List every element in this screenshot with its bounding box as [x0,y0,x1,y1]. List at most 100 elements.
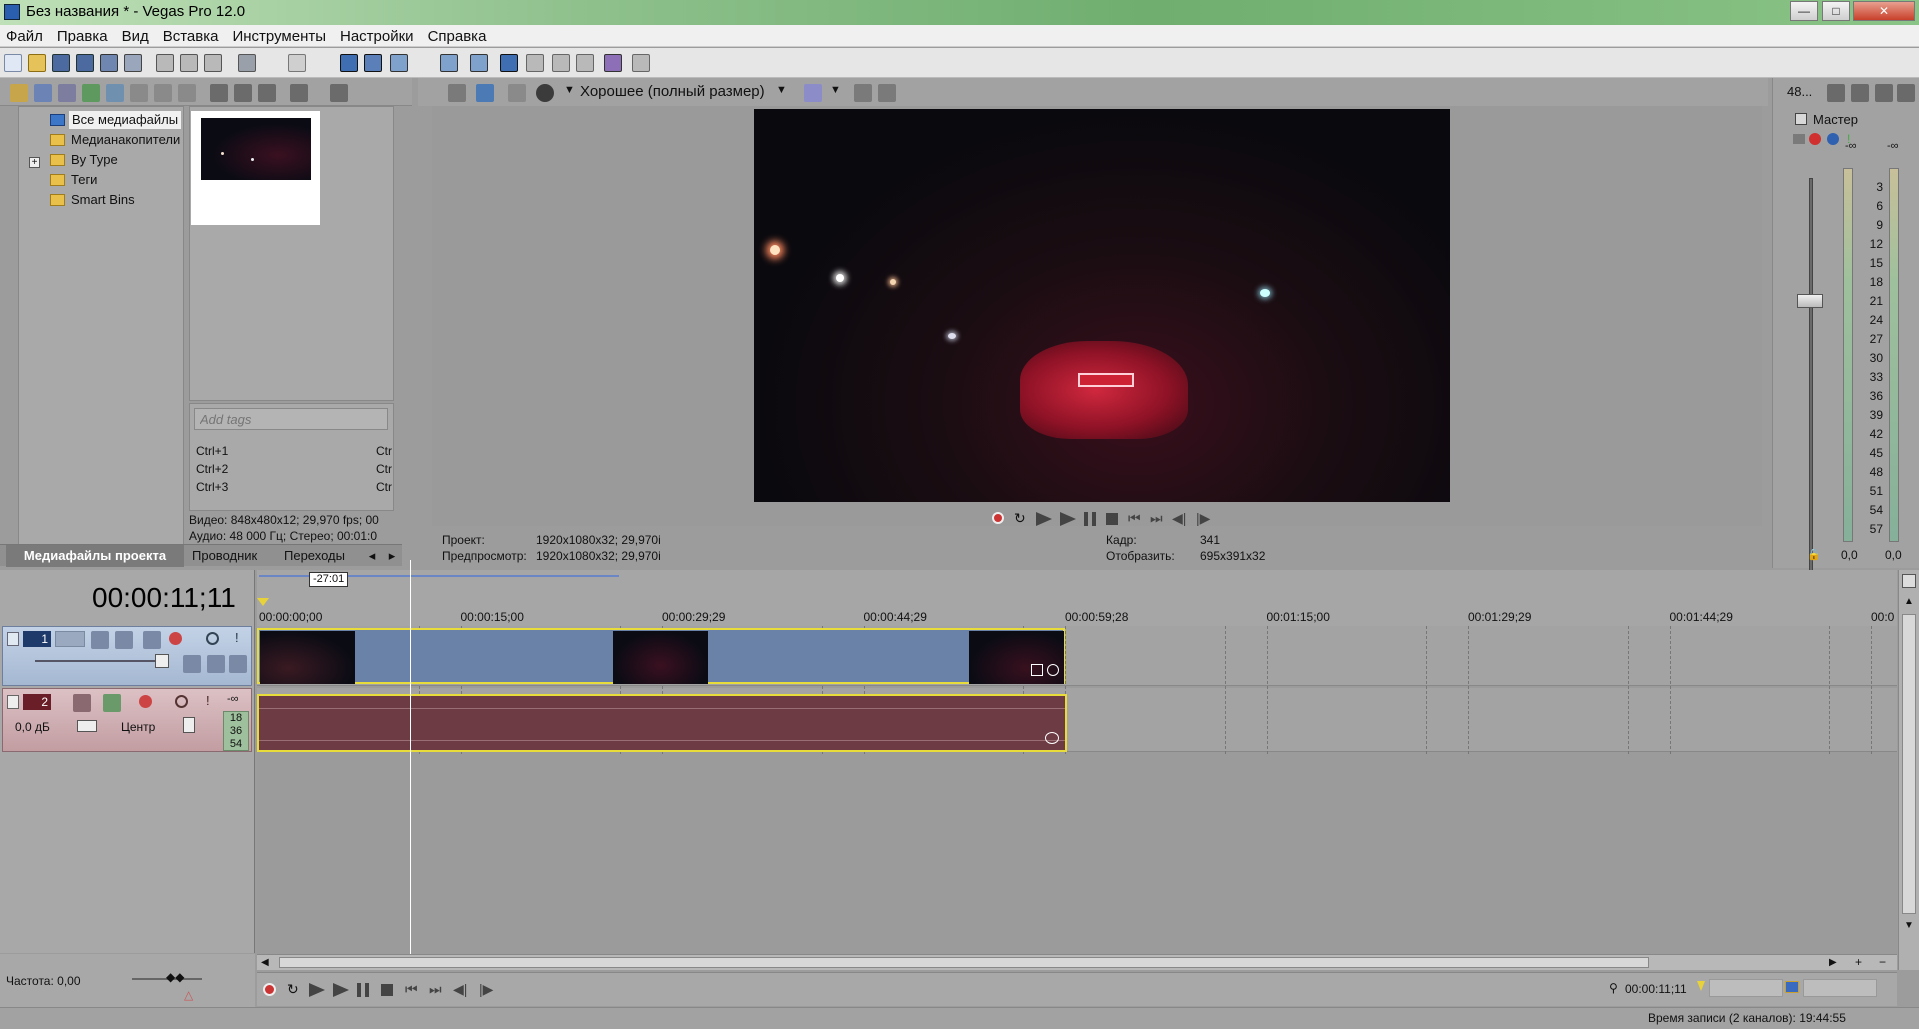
make-compositing-child-icon[interactable] [115,631,133,649]
track-1-header[interactable]: 1 ! [2,626,252,686]
zoom-tool-icon[interactable] [552,54,570,72]
undo-icon[interactable] [238,54,256,72]
find-icon[interactable] [330,84,348,102]
save-icon[interactable] [52,54,70,72]
maximize-button[interactable]: □ [1822,1,1850,21]
normal-edit-tool-icon[interactable] [470,54,488,72]
go-to-start-button[interactable]: ⏮ [1128,510,1141,527]
stop-button[interactable] [1106,513,1118,525]
tabs-scroll-left[interactable]: ◂ [364,545,380,567]
playback-cursor[interactable] [410,560,411,954]
master-dim-icon[interactable] [1875,84,1893,102]
snap-icon[interactable] [340,54,358,72]
paste-icon[interactable] [204,54,222,72]
timeline-horizontal-scrollbar[interactable]: ◀ ▶ + − [257,954,1897,970]
auto-preview-icon[interactable] [258,84,276,102]
track-2-header[interactable]: 2 ! -∞ 0,0 дБ Центр 18 36 54 [2,688,252,752]
play-button[interactable] [333,983,349,997]
track-collapse-toggle[interactable] [7,695,19,709]
rate-slider-handle[interactable]: ◆◆ [166,970,184,984]
loop-button[interactable]: ↻ [287,981,299,998]
arm-record-icon[interactable] [73,694,91,712]
move-up-icon[interactable] [207,655,225,673]
audio-solo-icon[interactable]: ! [206,693,210,708]
fx-icon[interactable] [508,84,526,102]
tree-item-storage[interactable]: Медианакопители [71,131,180,149]
copy-icon[interactable] [180,54,198,72]
master-meter-icon[interactable] [1897,84,1915,102]
copy-snapshot-icon[interactable] [854,84,872,102]
menu-file[interactable]: Файл [0,25,51,46]
properties-icon[interactable] [124,54,142,72]
chevron-down-icon[interactable]: ▼ [830,84,841,96]
save-as-icon[interactable] [76,54,94,72]
import-media-icon[interactable] [10,84,28,102]
vertical-scrollbar-thumb[interactable] [1902,614,1916,914]
timeline-vertical-scrollbar[interactable]: ▲ ▼ [1898,570,1919,970]
views-icon[interactable] [290,84,308,102]
scroll-down-arrow[interactable]: ▼ [1904,920,1914,931]
expand-track-icon[interactable] [183,655,201,673]
minimize-button[interactable]: — [1790,1,1818,21]
master-downmix-icon[interactable] [1851,84,1869,102]
menu-view[interactable]: Вид [116,25,157,46]
close-button[interactable]: ✕ [1853,1,1915,21]
loop-button[interactable]: ↻ [1014,510,1026,527]
zoom-out-button[interactable]: − [1879,955,1886,969]
track-collapse-toggle[interactable] [7,632,19,646]
volume-slider-handle[interactable] [77,720,97,732]
menu-tools[interactable]: Инструменты [226,25,334,46]
search-media-icon[interactable] [106,84,124,102]
chevron-down-icon[interactable]: ▼ [564,84,575,96]
auto-ripple-icon[interactable] [364,54,382,72]
marker-toggle-icon[interactable] [1902,574,1916,588]
master-insert-fx-icon[interactable] [1793,134,1805,144]
master-fader-handle[interactable] [1797,294,1823,308]
refresh-icon[interactable] [82,84,100,102]
scroll-left-arrow[interactable]: ◀ [261,957,269,968]
track-1-level-handle[interactable] [155,654,169,668]
tree-item-by-type[interactable]: By Type [71,151,118,169]
audio-fx-icon[interactable] [139,695,152,708]
stop-button[interactable] [381,984,393,996]
tab-project-media[interactable]: Медиафайлы проекта [6,545,184,567]
menu-options[interactable]: Настройки [334,25,422,46]
tree-item-smart-bins[interactable]: Smart Bins [71,191,135,209]
pan-slider-handle[interactable] [183,717,195,733]
tab-explorer[interactable]: Проводник [192,545,257,567]
track-1-name-field[interactable] [55,631,85,647]
selection-start-field[interactable] [1709,979,1783,997]
next-frame-button[interactable]: |▶ [479,981,493,998]
capture-video-icon[interactable] [34,84,52,102]
zoom-in-icon[interactable] [576,54,594,72]
zoom-in-button[interactable]: + [1855,955,1862,969]
chevron-down-icon[interactable]: ▼ [776,84,787,96]
solo-icon[interactable]: ! [235,630,239,645]
go-to-end-button[interactable]: ⏭ [1150,510,1163,527]
open-icon[interactable] [28,54,46,72]
video-event[interactable] [257,628,1065,684]
mute-icon[interactable] [206,632,219,645]
next-frame-button[interactable]: |▶ [1196,510,1210,527]
track-1-level-slider[interactable] [35,660,165,662]
insert-fx-icon[interactable] [103,694,121,712]
go-to-start-button[interactable]: ⏮ [405,981,418,998]
pause-button[interactable] [357,983,369,997]
selection-length-field[interactable] [1803,979,1877,997]
move-down-icon[interactable] [229,655,247,673]
menu-help[interactable]: Справка [422,25,495,46]
render-icon[interactable] [100,54,118,72]
ignore-grouping-icon[interactable] [440,54,458,72]
prev-frame-button[interactable]: ◀| [453,981,467,998]
add-tags-input[interactable] [194,408,388,430]
new-project-icon[interactable] [4,54,22,72]
tabs-scroll-right[interactable]: ▸ [384,545,400,567]
compositing-mode-icon[interactable] [91,631,109,649]
external-monitor-icon[interactable] [476,84,494,102]
help-pointer-icon[interactable] [632,54,650,72]
audio-mute-icon[interactable] [175,695,188,708]
menu-edit[interactable]: Правка [51,25,116,46]
audio-event-fx-icon[interactable] [1045,732,1059,744]
tree-item-all-media[interactable]: Все медиафайлы [69,111,182,129]
play-icon[interactable] [210,84,228,102]
